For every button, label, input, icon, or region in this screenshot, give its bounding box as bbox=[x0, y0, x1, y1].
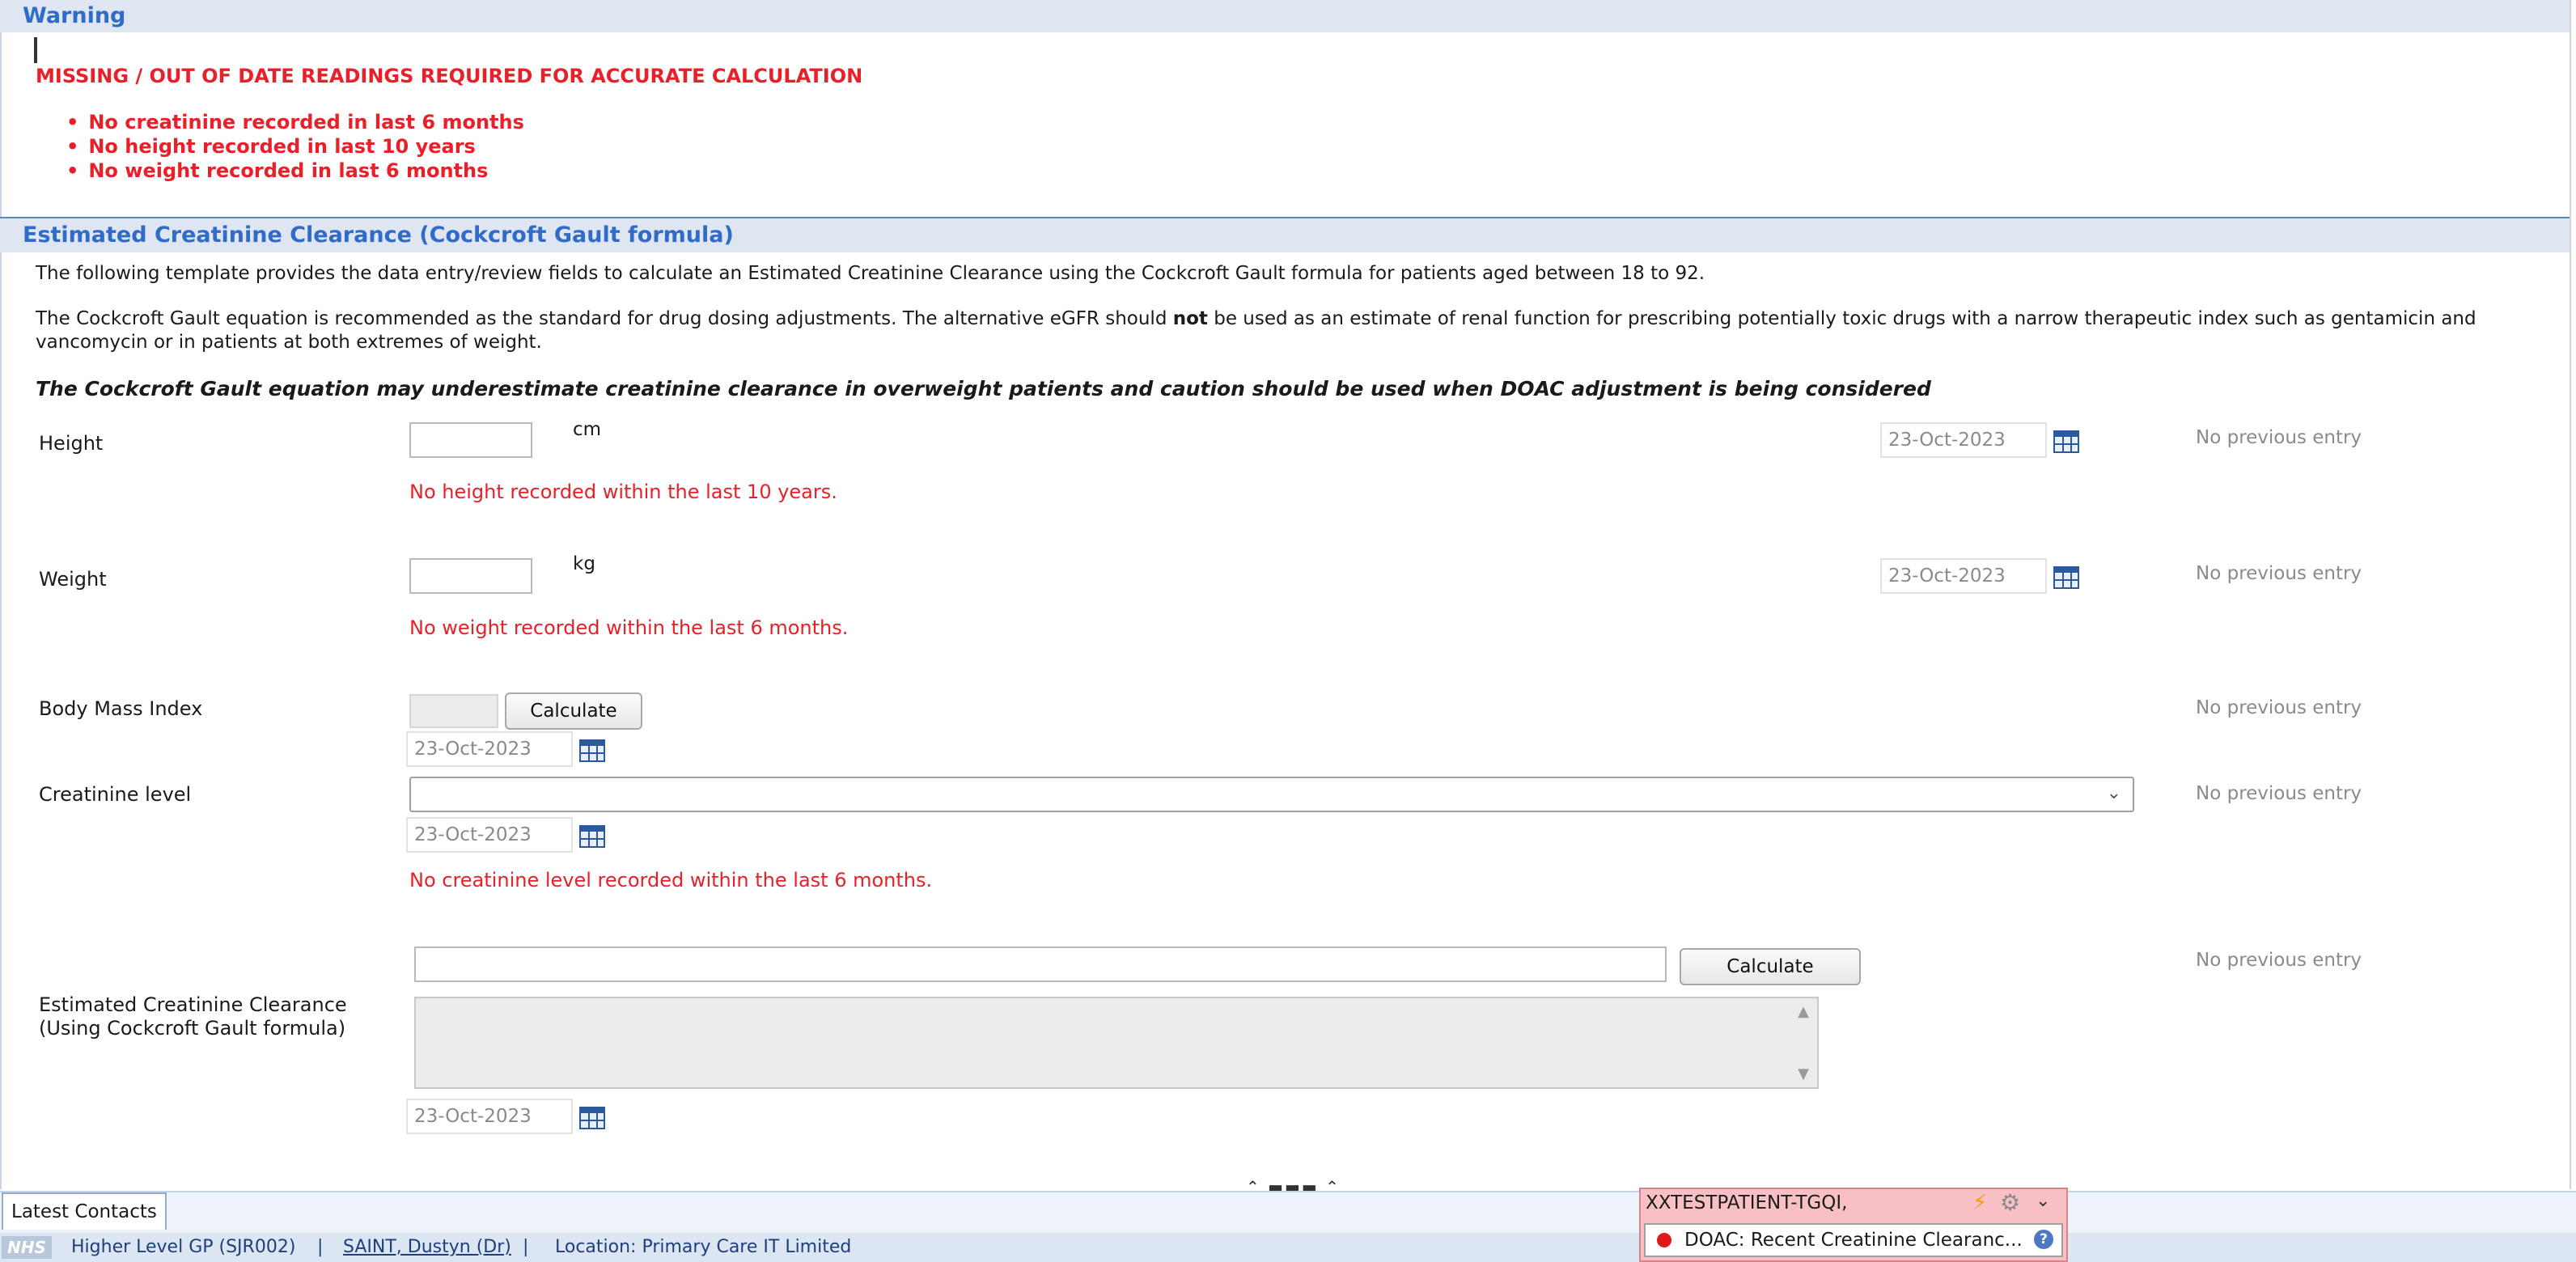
height-previous: No previous entry bbox=[2196, 427, 2362, 448]
user-role: Higher Level GP (SJR002) bbox=[71, 1237, 296, 1257]
scroll-down-icon[interactable]: ▼ bbox=[1798, 1065, 1809, 1082]
bmi-label: Body Mass Index bbox=[39, 697, 203, 720]
tab-latest-contacts[interactable]: Latest Contacts bbox=[2, 1192, 167, 1230]
weight-input[interactable] bbox=[409, 558, 532, 594]
dosing-text: The Cockcroft Gault equation is recommen… bbox=[36, 308, 2476, 353]
weight-error: No weight recorded within the last 6 mon… bbox=[409, 616, 849, 639]
calendar-icon[interactable] bbox=[578, 1103, 607, 1129]
caution-text: The Cockcroft Gault equation may underes… bbox=[36, 377, 1931, 400]
ecc-previous: No previous entry bbox=[2196, 950, 2362, 971]
patient-name: XXTESTPATIENT-TGQI, bbox=[1646, 1192, 1848, 1213]
creatinine-select[interactable]: ⌄ bbox=[409, 777, 2134, 812]
calendar-icon[interactable] bbox=[578, 736, 607, 762]
user-name-link[interactable]: SAINT, Dustyn (Dr) bbox=[343, 1233, 511, 1262]
height-input[interactable] bbox=[409, 422, 532, 458]
ecc-result-textarea[interactable]: ▲ ▼ bbox=[414, 997, 1819, 1089]
text-cursor bbox=[34, 37, 37, 63]
location-text: Location: Primary Care IT Limited bbox=[555, 1237, 852, 1257]
weight-label: Weight bbox=[39, 568, 107, 591]
alert-text: DOAC: Recent Creatinine Clearanc... bbox=[1684, 1230, 2023, 1251]
alert-status-icon bbox=[1657, 1233, 1671, 1247]
bottom-tab-strip bbox=[0, 1191, 2576, 1234]
bmi-calculate-button[interactable]: Calculate bbox=[505, 692, 642, 730]
ecc-result-input[interactable] bbox=[414, 946, 1667, 982]
calendar-icon[interactable] bbox=[2052, 427, 2081, 453]
right-border bbox=[2570, 0, 2571, 1189]
weight-unit: kg bbox=[573, 553, 595, 574]
emphasis-not: not bbox=[1172, 308, 1208, 329]
help-icon[interactable]: ? bbox=[2034, 1230, 2053, 1249]
status-separator: | bbox=[523, 1237, 529, 1257]
patient-alert-popup[interactable]: XXTESTPATIENT-TGQI, ⚡ ⚙ ⌄ DOAC: Recent C… bbox=[1639, 1188, 2068, 1262]
height-label: Height bbox=[39, 432, 104, 455]
warning-list: No creatinine recorded in last 6 months … bbox=[66, 110, 524, 183]
scroll-up-icon[interactable]: ▲ bbox=[1798, 1003, 1809, 1020]
height-unit: cm bbox=[573, 419, 602, 440]
warning-item: No weight recorded in last 6 months bbox=[66, 159, 524, 183]
warning-title: MISSING / OUT OF DATE READINGS REQUIRED … bbox=[36, 65, 863, 87]
creatinine-error: No creatinine level recorded within the … bbox=[409, 869, 933, 891]
double-chevron-down-icon[interactable]: ⌄ bbox=[2036, 1191, 2050, 1211]
creatinine-previous: No previous entry bbox=[2196, 783, 2362, 804]
alert-item[interactable]: DOAC: Recent Creatinine Clearanc... ? bbox=[1644, 1223, 2063, 1257]
ecc-header: Estimated Creatinine Clearance (Cockcrof… bbox=[0, 218, 2570, 252]
ecc-result-label: Estimated Creatinine Clearance (Using Co… bbox=[39, 993, 347, 1040]
chevron-down-icon[interactable]: ⌄ bbox=[2107, 783, 2121, 803]
calendar-icon[interactable] bbox=[2052, 563, 2081, 589]
ecc-date-field[interactable]: 23-Oct-2023 bbox=[406, 1099, 573, 1134]
nhs-logo: NHS bbox=[2, 1236, 52, 1259]
weight-date-field[interactable]: 23-Oct-2023 bbox=[1880, 558, 2047, 594]
warning-header: Warning bbox=[0, 0, 2570, 32]
weight-previous: No previous entry bbox=[2196, 563, 2362, 584]
warning-item: No creatinine recorded in last 6 months bbox=[66, 110, 524, 134]
gear-icon[interactable]: ⚙ bbox=[2000, 1189, 2020, 1216]
bmi-output bbox=[409, 694, 498, 728]
warning-item: No height recorded in last 10 years bbox=[66, 134, 524, 159]
creatinine-label: Creatinine level bbox=[39, 783, 192, 806]
ecc-calculate-button[interactable]: Calculate bbox=[1680, 948, 1861, 985]
height-date-field[interactable]: 23-Oct-2023 bbox=[1880, 422, 2047, 458]
bmi-date-field[interactable]: 23-Oct-2023 bbox=[406, 731, 573, 767]
height-error: No height recorded within the last 10 ye… bbox=[409, 481, 837, 503]
bmi-previous: No previous entry bbox=[2196, 697, 2362, 718]
intro-text: The following template provides the data… bbox=[36, 263, 1705, 284]
lightning-icon[interactable]: ⚡ bbox=[1972, 1191, 1987, 1215]
creatinine-date-field[interactable]: 23-Oct-2023 bbox=[406, 817, 573, 853]
status-bar: Higher Level GP (SJR002) | SAINT, Dustyn… bbox=[0, 1233, 2576, 1262]
left-border bbox=[0, 0, 2, 1189]
status-separator: | bbox=[317, 1237, 324, 1257]
calendar-icon[interactable] bbox=[578, 822, 607, 848]
